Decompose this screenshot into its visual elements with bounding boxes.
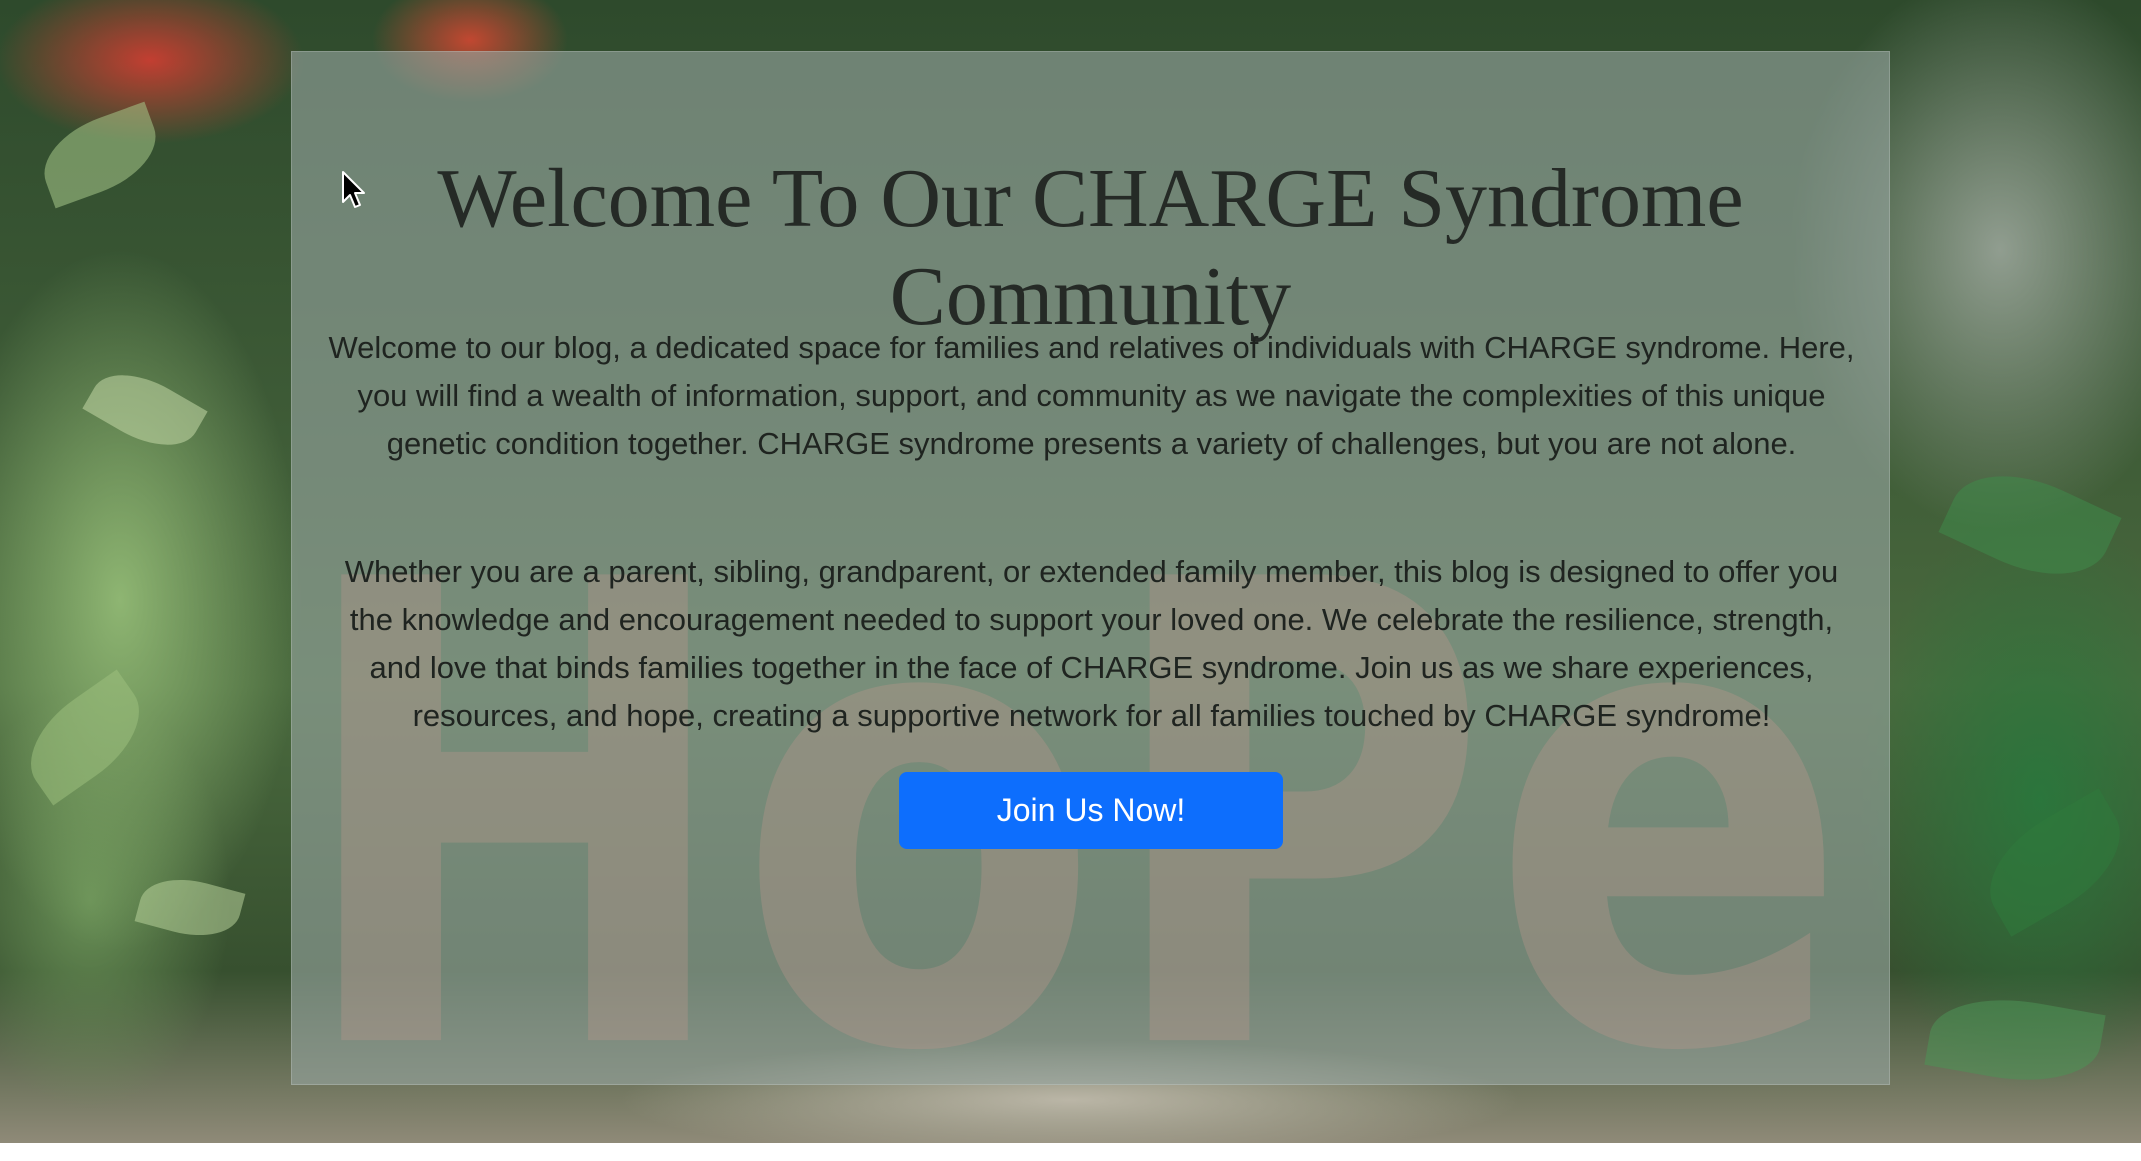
mouse-pointer-icon [342, 171, 365, 208]
page-title: Welcome To Our CHARGE Syndrome Community [437, 152, 1744, 343]
hope-letters-text: HoPe [293, 447, 1850, 1084]
foliage-decoration [1924, 985, 2106, 1095]
join-us-button[interactable]: Join Us Now! [899, 772, 1283, 849]
welcome-card: HoPe Welcome To Our CHARGE Syndrome Comm… [291, 51, 1890, 1085]
foliage-decoration [10, 669, 160, 806]
mission-paragraph: Whether you are a parent, sibling, grand… [344, 554, 1839, 733]
foliage-decoration [31, 101, 169, 209]
foliage-decoration [134, 867, 246, 948]
foliage-decoration [82, 356, 208, 464]
foliage-decoration [1938, 450, 2122, 600]
foliage-decoration [1968, 788, 2141, 937]
intro-paragraph: Welcome to our blog, a dedicated space f… [328, 330, 1855, 461]
